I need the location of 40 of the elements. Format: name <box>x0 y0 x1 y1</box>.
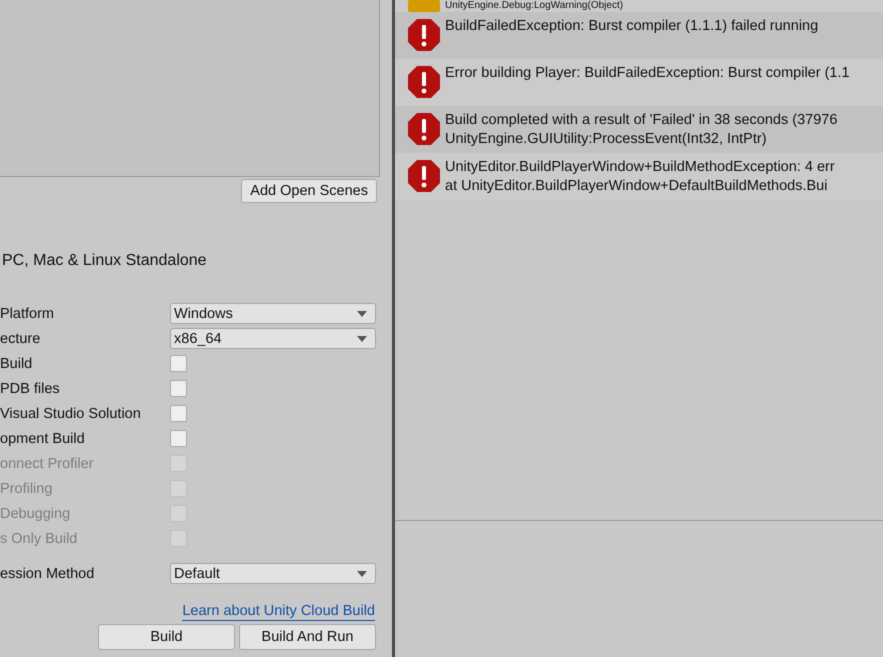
dropdown[interactable]: Windows <box>170 303 376 324</box>
setting-label: PDB files <box>0 380 61 396</box>
caret-icon <box>357 570 367 576</box>
log-message: UnityEngine.GUIUtility:ProcessEvent(Int32, IntPtr) <box>445 130 768 149</box>
setting-label: s Only Build <box>0 530 78 546</box>
error-icon <box>407 112 441 146</box>
build-button[interactable]: Build <box>98 624 235 650</box>
log-message: UnityEditor.BuildPlayerWindow+BuildMethodException: 4 err <box>445 158 835 177</box>
warning-icon <box>407 0 441 12</box>
checkbox[interactable] <box>170 380 187 397</box>
platform-title: PC, Mac & Linux Standalone <box>1 252 208 271</box>
caret-icon <box>357 310 367 316</box>
add-open-scenes-button[interactable]: Add Open Scenes <box>241 179 377 203</box>
checkbox[interactable] <box>170 430 187 447</box>
checkbox[interactable] <box>170 355 187 372</box>
dropdown[interactable]: Default <box>170 563 376 584</box>
log-message: UnityEngine.Debug:LogWarning(Object) <box>445 0 624 12</box>
cloud-build-link[interactable]: Learn about Unity Cloud Build <box>182 602 375 621</box>
setting-label: Debugging <box>0 506 72 522</box>
setting-label: opment Build <box>0 430 86 446</box>
setting-label: ession Method <box>0 566 96 582</box>
dropdown[interactable]: x86_64 <box>170 328 376 349</box>
caret-icon <box>357 336 367 342</box>
error-icon <box>407 159 441 193</box>
error-icon <box>407 65 441 99</box>
setting-label: ecture <box>0 330 42 346</box>
checkbox[interactable] <box>170 405 187 422</box>
console-entry[interactable]: BuildFailedException: Burst compiler (1.1.1) failed running <box>395 12 883 59</box>
setting-label: Profiling <box>0 480 54 496</box>
log-message: BuildFailedException: Burst compiler (1.1.1) failed running <box>445 17 818 36</box>
log-message: Error building Player: BuildFailedException: Burst compiler (1.1 <box>445 64 850 83</box>
console-entry[interactable]: Build completed with a result of 'Failed' in 38 seconds (37976 UnityEngine.GUIUtility:ProcessEvent(Int32, IntPtr) <box>395 106 883 153</box>
setting-label: Visual Studio Solution <box>0 406 142 422</box>
build-button[interactable]: Build And Run <box>239 624 376 650</box>
setting-label: Platform <box>0 306 55 322</box>
setting-label: onnect Profiler <box>0 456 94 472</box>
log-message: Build completed with a result of 'Failed' in 38 seconds (37976 <box>445 111 838 130</box>
error-icon <box>407 18 441 52</box>
setting-label: Build <box>0 356 34 372</box>
log-message: at UnityEditor.BuildPlayerWindow+DefaultBuildMethods.Bui <box>445 177 828 196</box>
